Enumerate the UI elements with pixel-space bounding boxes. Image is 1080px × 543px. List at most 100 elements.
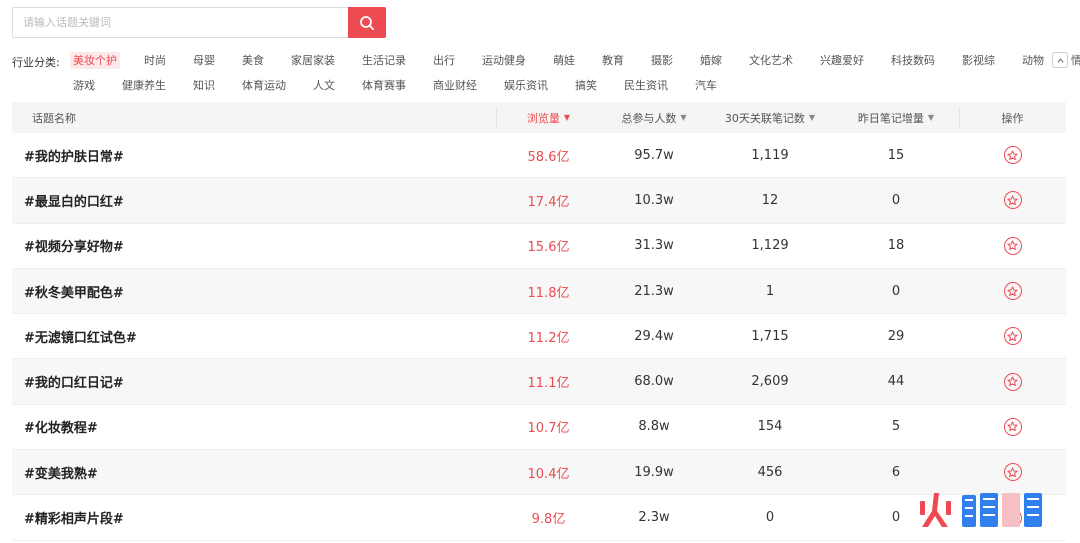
- operation-cell: [959, 178, 1066, 222]
- table-row[interactable]: #我的口红日记# 11.1亿 68.0w 2,609 44: [12, 359, 1066, 405]
- collapse-button[interactable]: [1052, 52, 1068, 68]
- notes-value: 0: [765, 510, 775, 526]
- notes-value: 1,715: [751, 328, 789, 344]
- operation-cell: [959, 314, 1066, 358]
- topic-name[interactable]: #视频分享好物#: [12, 224, 496, 268]
- industry-tag[interactable]: 动物: [1019, 52, 1047, 69]
- industry-tag[interactable]: 美食: [239, 52, 267, 69]
- industry-tag[interactable]: 搞笑: [572, 77, 600, 94]
- industry-tag-row: 美妆个护 时尚 母婴 美食 家居家装 生活记录 出行 运动健身 萌娃 教育 摄影 婚嫁 文化艺术 兴趣爱好…: [70, 52, 1080, 69]
- industry-tag[interactable]: 出行: [430, 52, 458, 69]
- users-value: 95.7w: [634, 147, 674, 163]
- users-value: 29.4w: [634, 328, 674, 344]
- industry-tag[interactable]: 知识: [190, 77, 218, 94]
- operation-cell: [959, 133, 1066, 177]
- favorite-star-icon[interactable]: [1003, 372, 1022, 391]
- industry-tag[interactable]: 家居家装: [288, 52, 338, 69]
- table-row[interactable]: #视频分享好物# 15.6亿 31.3w 1,129 18: [12, 224, 1066, 269]
- industry-tag[interactable]: 娱乐资讯: [501, 77, 551, 94]
- table-row[interactable]: #变美我熟# 10.4亿 19.9w 456 6: [12, 450, 1066, 496]
- industry-tag[interactable]: 婚嫁: [697, 52, 725, 69]
- industry-tag[interactable]: 运动健身: [479, 52, 529, 69]
- search-button[interactable]: [348, 7, 386, 38]
- views-value: 58.6亿: [527, 149, 570, 165]
- header-notes[interactable]: 30天关联笔记数 ▼: [707, 102, 833, 133]
- industry-tag[interactable]: 摄影: [648, 52, 676, 69]
- notes-value: 456: [757, 464, 783, 480]
- industry-tag[interactable]: 时尚: [141, 52, 169, 69]
- sort-icon: ▼: [808, 113, 816, 122]
- views-value: 11.2亿: [527, 330, 570, 346]
- increment-value: 29: [887, 328, 905, 344]
- industry-tag[interactable]: 体育赛事: [359, 77, 409, 94]
- favorite-star-icon[interactable]: [1003, 146, 1022, 165]
- favorite-star-icon[interactable]: [1003, 463, 1022, 482]
- industry-tag[interactable]: 汽车: [692, 77, 720, 94]
- topic-name[interactable]: #秋冬美甲配色#: [12, 269, 496, 313]
- header-views[interactable]: 浏览量 ▼: [496, 102, 601, 133]
- table-row[interactable]: #秋冬美甲配色# 11.8亿 21.3w 1 0: [12, 268, 1066, 315]
- favorite-star-icon[interactable]: [1003, 282, 1022, 301]
- industry-label: 行业分类:: [12, 56, 60, 69]
- industry-tag[interactable]: 生活记录: [359, 52, 409, 69]
- topic-name[interactable]: #我的护肤日常#: [12, 133, 496, 177]
- fire-carp-logo: [920, 493, 1042, 527]
- operation-cell: [959, 224, 1066, 268]
- industry-tag[interactable]: 萌娃: [550, 52, 578, 69]
- industry-tag[interactable]: 商业财经: [430, 77, 480, 94]
- topic-name[interactable]: #我的口红日记#: [12, 359, 496, 403]
- favorite-star-icon[interactable]: [1003, 417, 1022, 436]
- table-row[interactable]: #无滤镜口红试色# 11.2亿 29.4w 1,715 29: [12, 314, 1066, 360]
- table-row[interactable]: #精彩相声片段# 9.8亿 2.3w 0 0: [12, 495, 1066, 541]
- industry-tag[interactable]: 人文: [310, 77, 338, 94]
- topic-name[interactable]: #精彩相声片段#: [12, 495, 496, 539]
- increment-value: 18: [887, 238, 905, 254]
- header-users[interactable]: 总参与人数 ▼: [601, 102, 707, 133]
- industry-tag[interactable]: 科技数码: [888, 52, 938, 69]
- header-operation: 操作: [959, 102, 1066, 133]
- topic-name[interactable]: #化妆教程#: [12, 405, 496, 449]
- increment-value: 44: [887, 374, 905, 390]
- favorite-star-icon[interactable]: [1003, 236, 1022, 255]
- industry-tag[interactable]: 健康养生: [119, 77, 169, 94]
- table-body: #我的护肤日常# 58.6亿 95.7w 1,119 15 #最显白的口红# 17.4亿 10…: [12, 133, 1066, 541]
- industry-tag[interactable]: 体育运动: [239, 77, 289, 94]
- industry-tag-row: 游戏 健康养生 知识 体育运动 人文 体育赛事 商业财经 娱乐资讯 搞笑 民生资讯 汽车: [70, 77, 1080, 94]
- industry-tag[interactable]: 美妆个护: [70, 52, 120, 69]
- industry-tag[interactable]: 情感: [1068, 52, 1080, 69]
- industry-tag[interactable]: 母婴: [190, 52, 218, 69]
- industry-tag[interactable]: 游戏: [70, 77, 98, 94]
- users-value: 68.0w: [634, 374, 674, 390]
- increment-value: 6: [891, 464, 901, 480]
- table-row[interactable]: #化妆教程# 10.7亿 8.8w 154 5: [12, 405, 1066, 451]
- industry-tag[interactable]: 文化艺术: [746, 52, 796, 69]
- views-value: 11.1亿: [527, 376, 570, 392]
- search-input[interactable]: [12, 7, 348, 38]
- industry-tag[interactable]: 教育: [599, 52, 627, 69]
- industry-tag[interactable]: 民生资讯: [621, 77, 671, 94]
- search-icon: [360, 15, 375, 30]
- watermark-logo: [918, 489, 1058, 531]
- views-value: 15.6亿: [527, 240, 570, 256]
- increment-value: 15: [887, 147, 905, 163]
- increment-value: 5: [891, 419, 901, 435]
- table-row[interactable]: #我的护肤日常# 58.6亿 95.7w 1,119 15: [12, 133, 1066, 179]
- favorite-star-icon[interactable]: [1003, 327, 1022, 346]
- topic-name[interactable]: #无滤镜口红试色#: [12, 314, 496, 358]
- users-value: 2.3w: [638, 510, 670, 526]
- header-topic-name: 话题名称: [32, 111, 76, 125]
- topic-name[interactable]: #最显白的口红#: [12, 178, 496, 222]
- industry-tag[interactable]: 兴趣爱好: [817, 52, 867, 69]
- views-value: 10.4亿: [527, 466, 570, 482]
- notes-value: 2,609: [751, 374, 789, 390]
- topic-name[interactable]: #变美我熟#: [12, 450, 496, 494]
- users-value: 21.3w: [634, 283, 674, 299]
- table-header: 话题名称 浏览量 ▼ 总参与人数 ▼ 30天关联笔记数 ▼ 昨日笔记增量 ▼ 操作: [12, 102, 1066, 133]
- users-value: 19.9w: [634, 464, 674, 480]
- users-value: 10.3w: [634, 192, 674, 208]
- industry-tag[interactable]: 影视综: [959, 52, 998, 69]
- favorite-star-icon[interactable]: [1003, 191, 1022, 210]
- header-increment[interactable]: 昨日笔记增量 ▼: [833, 102, 959, 133]
- views-value: 10.7亿: [527, 421, 570, 437]
- table-row[interactable]: #最显白的口红# 17.4亿 10.3w 12 0: [12, 178, 1066, 224]
